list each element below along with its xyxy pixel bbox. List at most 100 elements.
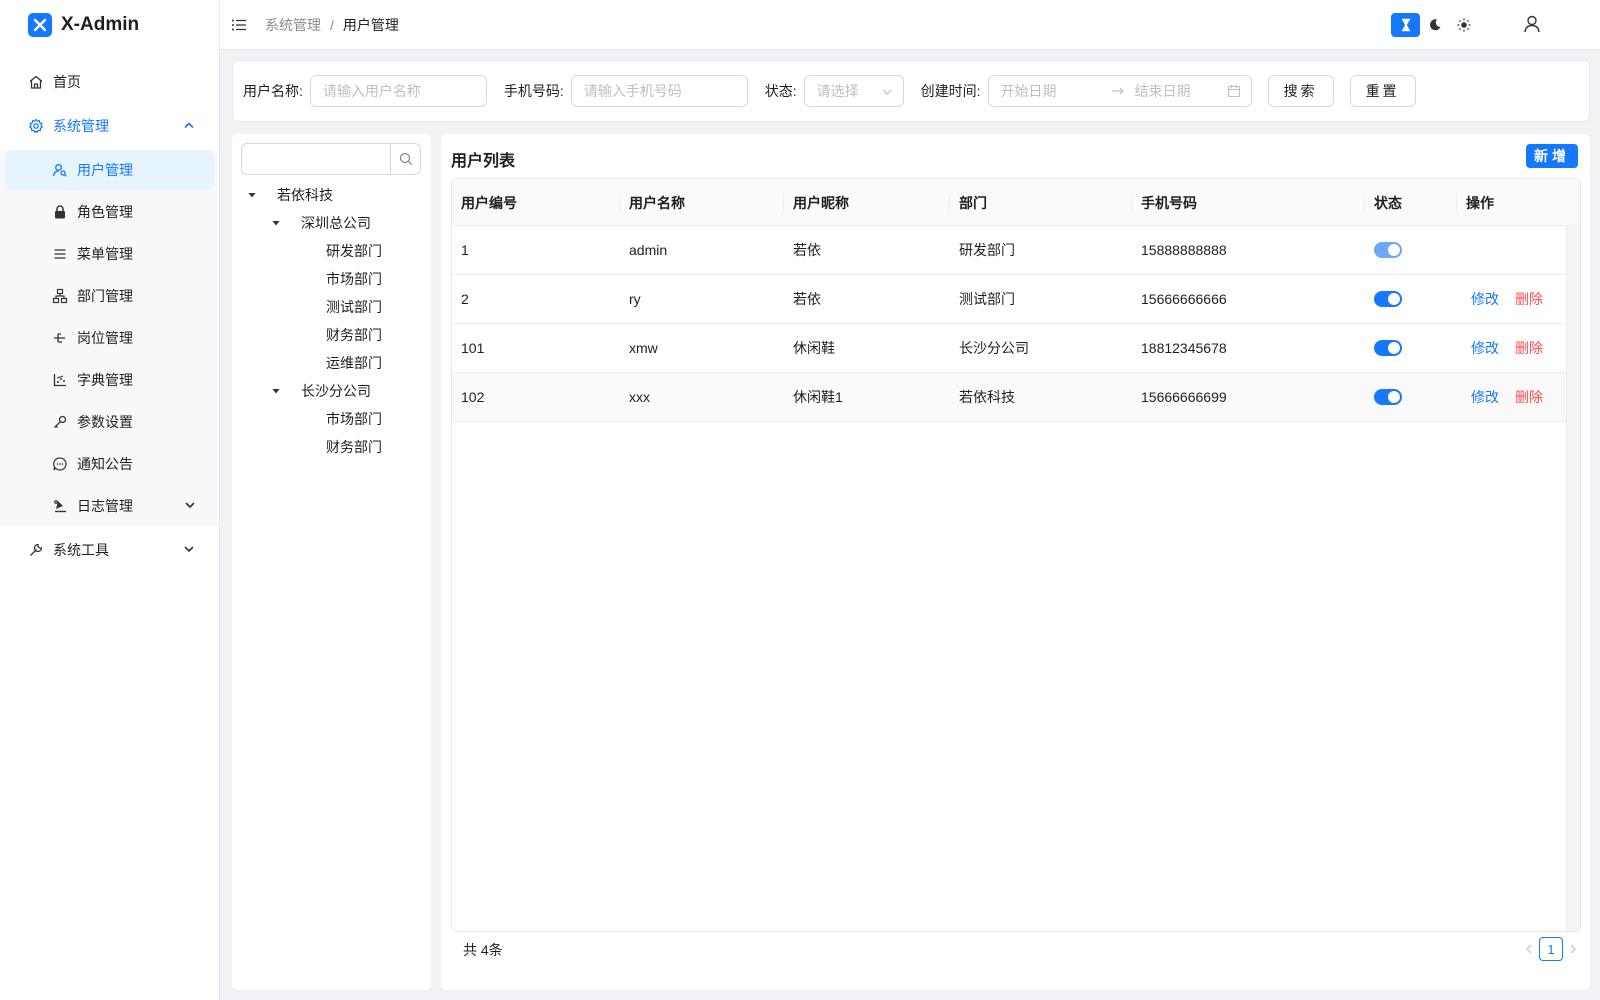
chart-dots-icon [52,372,68,388]
search-button[interactable]: 搜索 [1267,75,1334,107]
edit-link[interactable]: 修改 [1471,387,1499,407]
menu-toggle-icon[interactable] [229,15,249,35]
column-divider [619,194,620,212]
next-page-icon[interactable] [1568,943,1578,955]
tree-node[interactable]: 运维部门 [232,349,431,377]
app-logo-icon [28,13,52,37]
table-scrollbar[interactable] [1566,226,1580,931]
sidebar-item-position-management[interactable]: 岗位管理 [5,318,214,358]
cell-phone: 15888888888 [1141,242,1227,258]
cell-user-id: 2 [461,291,469,307]
cell-nickname: 休闲鞋1 [793,389,843,405]
edit-link[interactable]: 修改 [1471,338,1499,358]
org-chart-icon [52,288,68,304]
cell-phone: 15666666699 [1141,389,1227,405]
sidebar-item-dict-management[interactable]: 字典管理 [5,360,214,400]
dept-tree: 若依科技 深圳总公司 研发部门 市场部门 测试部门 财务部门 运维部门 长沙分公… [232,181,431,461]
tree-node[interactable]: 测试部门 [232,293,431,321]
edit-link[interactable]: 修改 [1471,289,1499,309]
tree-node[interactable]: 市场部门 [232,265,431,293]
sidebar-item-home[interactable]: 首页 [0,60,219,104]
chevron-down-icon [881,86,893,98]
sidebar-item-label: 部门管理 [77,288,133,304]
cell-user-id: 101 [461,340,485,356]
tree-node[interactable]: 市场部门 [232,405,431,433]
chevron-down-icon [183,543,195,555]
column-divider [783,194,784,212]
auto-theme-icon[interactable] [1391,13,1420,37]
total-count: 共 4条 [463,942,503,958]
tree-node-label: 财务部门 [326,327,382,343]
status-toggle[interactable] [1374,340,1402,356]
username-label: 用户名称: [243,83,303,99]
sidebar-item-role-management[interactable]: 角色管理 [5,192,214,232]
sidebar-item-label: 通知公告 [77,456,133,472]
phone-label: 手机号码: [503,83,564,99]
user-avatar-icon[interactable] [1524,15,1540,33]
pagination: 1 [1524,937,1578,961]
cell-status [1374,373,1402,421]
tree-node[interactable]: 财务部门 [232,433,431,461]
status-select-placeholder: 请选择 [816,83,859,99]
add-user-button[interactable]: 新增 [1526,144,1578,168]
sidebar-group-system[interactable]: 系统管理 [0,104,219,148]
prev-page-icon[interactable] [1524,943,1534,955]
delete-link[interactable]: 删除 [1515,338,1543,358]
created-time-label: 创建时间: [920,83,981,99]
list-icon [52,246,68,262]
caret-down-icon[interactable] [271,218,281,228]
cell-user-id: 102 [461,389,485,405]
end-date-placeholder[interactable]: 结束日期 [1135,81,1235,101]
breadcrumb-parent[interactable]: 系统管理 [265,15,321,35]
caret-down-icon[interactable] [271,386,281,396]
moon-icon[interactable] [1420,13,1449,37]
cell-nickname: 若依 [793,291,821,307]
chevron-up-icon [183,119,195,131]
sidebar-item-notice[interactable]: 通知公告 [5,444,214,484]
sidebar-item-params[interactable]: 参数设置 [5,402,214,442]
status-toggle[interactable] [1374,389,1402,405]
column-divider [1456,194,1457,212]
status-toggle [1374,242,1402,258]
cell-nickname: 休闲鞋 [793,340,835,356]
cell-dept: 测试部门 [959,291,1015,307]
delete-link[interactable]: 删除 [1515,387,1543,407]
sidebar-item-log-management[interactable]: 日志管理 [5,486,214,526]
table-row[interactable]: 101 xmw 休闲鞋 长沙分公司 18812345678 修改 删除 [452,324,1580,373]
cell-actions: 修改 删除 [1471,373,1543,421]
tree-search-input[interactable] [241,143,390,175]
username-input[interactable] [309,75,487,107]
reset-button[interactable]: 重置 [1349,75,1416,107]
column-header: 手机号码 [1141,194,1197,211]
sidebar-group-label: 系统管理 [53,118,109,134]
sun-icon[interactable] [1449,13,1478,37]
tree-node[interactable]: 研发部门 [232,237,431,265]
sidebar-item-label: 角色管理 [77,204,133,220]
tree-node[interactable]: 若依科技 [232,181,431,209]
arrow-right-icon [1111,86,1125,96]
table-row[interactable]: 2 ry 若依 测试部门 15666666666 修改 删除 [452,275,1580,324]
tree-node-label: 财务部门 [326,439,382,455]
tree-node[interactable]: 长沙分公司 [232,377,431,405]
sidebar-item-menu-management[interactable]: 菜单管理 [5,234,214,274]
sidebar-item-label: 参数设置 [77,414,133,430]
phone-input[interactable] [570,75,748,107]
table-row[interactable]: 102 xxx 休闲鞋1 若依科技 15666666699 修改 删除 [452,373,1580,422]
status-toggle[interactable] [1374,291,1402,307]
tree-node[interactable]: 财务部门 [232,321,431,349]
date-range-picker[interactable]: 开始日期 结束日期 [987,75,1252,107]
page-number[interactable]: 1 [1539,937,1563,961]
start-date-placeholder[interactable]: 开始日期 [1001,81,1101,101]
delete-link[interactable]: 删除 [1515,289,1543,309]
table-row[interactable]: 1 admin 若依 研发部门 15888888888 [452,226,1580,275]
caret-down-icon[interactable] [247,190,257,200]
tree-node[interactable]: 深圳总公司 [232,209,431,237]
sidebar-group-tools[interactable]: 系统工具 [0,528,219,572]
sidebar-item-dept-management[interactable]: 部门管理 [5,276,214,316]
sidebar-item-user-management[interactable]: 用户管理 [5,150,214,190]
table-title: 用户列表 [451,153,516,170]
search-icon[interactable] [390,143,421,175]
status-select[interactable]: 请选择 [803,75,904,107]
logo[interactable]: X-Admin [0,0,219,50]
column-divider [949,194,950,212]
